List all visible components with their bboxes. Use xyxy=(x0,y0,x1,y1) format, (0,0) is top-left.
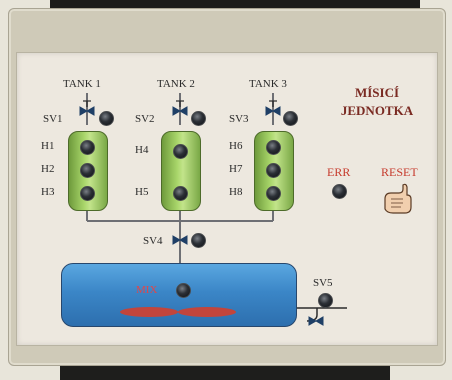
sensor-h7-led xyxy=(266,163,281,178)
sensor-h4-label: H4 xyxy=(135,144,149,156)
valve-sv2-led xyxy=(191,111,206,126)
reset-button[interactable] xyxy=(379,183,413,217)
sensor-h5-led xyxy=(173,186,188,201)
sensor-h2-led xyxy=(80,163,95,178)
control-panel: MÍSICÍ JEDNOTKA TANK 1 TANK 2 TANK 3 SV1… xyxy=(16,52,438,346)
reset-label: RESET xyxy=(381,165,418,179)
sensor-h8-led xyxy=(266,186,281,201)
mixer-blades-icon xyxy=(120,307,236,317)
sensor-h3-label: H3 xyxy=(41,186,55,198)
mix-label: MIX xyxy=(136,284,158,296)
sensor-h3-led xyxy=(80,186,95,201)
sensor-h2-label: H2 xyxy=(41,163,55,175)
sensor-h6-led xyxy=(266,140,281,155)
error-label: ERR xyxy=(327,165,351,179)
sensor-h8-label: H8 xyxy=(229,186,243,198)
tank-1 xyxy=(68,131,108,211)
sensor-h5-label: H5 xyxy=(135,186,149,198)
sensor-h1-label: H1 xyxy=(41,140,55,152)
error-led xyxy=(332,184,347,199)
sensor-h4-led xyxy=(173,144,188,159)
mix-led xyxy=(176,283,191,298)
sensor-h6-label: H6 xyxy=(229,140,243,152)
tank-3 xyxy=(254,131,294,211)
mix-tank: MIX xyxy=(61,263,297,327)
valve-sv4-label: SV4 xyxy=(143,235,163,247)
valve-sv4-led xyxy=(191,233,206,248)
valve-sv3-label: SV3 xyxy=(229,113,249,125)
valve-sv1-led xyxy=(99,111,114,126)
valve-sv5-led xyxy=(318,293,333,308)
hand-pointing-icon xyxy=(384,183,412,214)
tank-2 xyxy=(161,131,201,211)
sensor-h1-led xyxy=(80,140,95,155)
valve-sv3-led xyxy=(283,111,298,126)
valve-sv2-label: SV2 xyxy=(135,113,155,125)
valve-sv5-label: SV5 xyxy=(313,277,333,289)
sensor-h7-label: H7 xyxy=(229,163,243,175)
valve-sv1-label: SV1 xyxy=(43,113,63,125)
